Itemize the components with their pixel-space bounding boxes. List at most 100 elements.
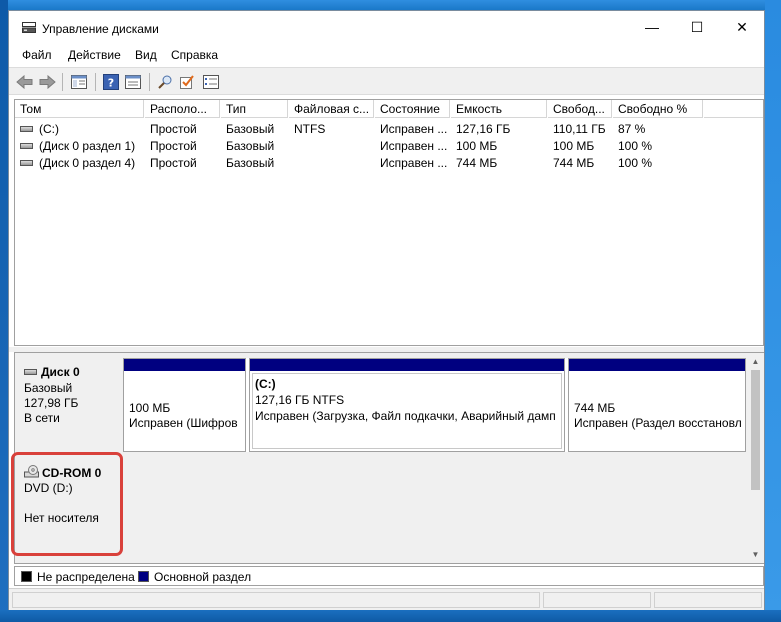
volume-name: (Диск 0 раздел 1)	[39, 139, 136, 153]
volume-row[interactable]: (Диск 0 раздел 1) Простой Базовый Исправ…	[15, 138, 763, 155]
menu-file[interactable]: Файл	[22, 48, 52, 62]
volume-name: (C:)	[39, 122, 59, 136]
column-header-capacity[interactable]: Емкость	[451, 100, 547, 118]
window-title: Управление дисками	[42, 22, 159, 36]
title-bar[interactable]: Управление дисками — ☐ ✕	[9, 11, 764, 43]
column-header-filler	[704, 100, 763, 118]
volume-row[interactable]: (C:) Простой Базовый NTFS Исправен ... 1…	[15, 121, 763, 138]
volume-layout: Простой	[150, 156, 197, 170]
toolbar-separator	[62, 73, 63, 91]
column-header-status[interactable]: Состояние	[375, 100, 450, 118]
partition-c[interactable]: (C:) 127,16 ГБ NTFS Исправен (Загрузка, …	[249, 358, 565, 452]
volume-filesystem: NTFS	[294, 122, 326, 136]
menu-bar: Файл Действие Вид Справка	[9, 44, 764, 64]
volume-free-space: 110,11 ГБ	[553, 122, 606, 136]
column-header-type[interactable]: Тип	[221, 100, 288, 118]
legend: Не распределена Основной раздел	[14, 566, 764, 586]
volume-type: Базовый	[226, 122, 275, 136]
status-segment	[543, 592, 651, 608]
partition-1[interactable]: 100 МБ Исправен (Шифров	[123, 358, 246, 452]
back-arrow-icon[interactable]	[15, 72, 35, 92]
desktop-background-left	[0, 0, 8, 622]
unallocated-legend-swatch	[21, 571, 32, 582]
scrollbar-thumb[interactable]	[751, 370, 760, 490]
volume-free-space: 744 МБ	[553, 156, 595, 170]
column-header-filesystem[interactable]: Файловая с...	[289, 100, 374, 118]
menu-action[interactable]: Действие	[68, 48, 121, 62]
volume-status: Исправен ...	[380, 122, 448, 136]
toolbar: ?	[9, 67, 764, 95]
volume-free-percent: 87 %	[618, 122, 646, 136]
disk-0-partition-area: 100 МБ Исправен (Шифров (C:) 127,16 ГБ N…	[123, 358, 746, 452]
partition-size: 127,16 ГБ NTFS	[255, 393, 345, 407]
volume-filesystem	[289, 138, 375, 155]
console-tree-icon[interactable]	[69, 72, 89, 92]
volume-free-percent: 100 %	[618, 156, 653, 170]
vertical-scrollbar[interactable]: ▲ ▼	[747, 353, 764, 563]
toolbar-separator	[95, 73, 96, 91]
list-view-icon[interactable]	[201, 72, 221, 92]
partition-status: Исправен (Раздел восстановл	[574, 416, 742, 430]
volume-status: Исправен ...	[380, 139, 448, 153]
volume-name: (Диск 0 раздел 4)	[39, 156, 136, 170]
scroll-down-arrow-icon[interactable]: ▼	[747, 546, 764, 563]
disk-0-name: Диск 0	[41, 365, 80, 379]
disk-0-size: 127,98 ГБ	[24, 396, 79, 410]
volume-free-percent: 100 %	[618, 139, 653, 153]
volume-icon	[20, 160, 33, 166]
scroll-up-arrow-icon[interactable]: ▲	[747, 353, 764, 370]
minimize-button[interactable]: —	[629, 11, 675, 43]
volume-capacity: 744 МБ	[456, 156, 498, 170]
disk-management-window: Управление дисками — ☐ ✕ Файл Действие В…	[8, 10, 765, 610]
hard-disk-icon	[24, 369, 37, 375]
partition-size: 744 МБ	[574, 401, 616, 415]
partition-status: Исправен (Загрузка, Файл подкачки, Авари…	[255, 409, 556, 423]
partition-4[interactable]: 744 МБ Исправен (Раздел восстановл	[568, 358, 746, 452]
volume-filesystem	[289, 155, 375, 172]
volume-list: Том Располо... Тип Файловая с... Состоян…	[14, 99, 764, 346]
column-header-volume[interactable]: Том	[15, 100, 144, 118]
disk-0-status: В сети	[24, 411, 60, 425]
toolbar-separator	[149, 73, 150, 91]
desktop-background-bottom	[0, 610, 781, 622]
volume-capacity: 127,16 ГБ	[456, 122, 511, 136]
disk-0-label[interactable]: Диск 0 Базовый 127,98 ГБ В сети	[15, 354, 122, 448]
primary-partition-bar	[569, 359, 745, 371]
forward-arrow-icon[interactable]	[37, 72, 57, 92]
volume-row[interactable]: (Диск 0 раздел 4) Простой Базовый Исправ…	[15, 155, 763, 172]
rescan-icon[interactable]	[155, 72, 175, 92]
maximize-button[interactable]: ☐	[674, 11, 720, 43]
primary-partition-legend-label: Основной раздел	[154, 570, 252, 584]
volume-free-space: 100 МБ	[553, 139, 595, 153]
volume-layout: Простой	[150, 139, 197, 153]
volume-icon	[20, 126, 33, 132]
partition-title: (C:)	[255, 377, 276, 391]
status-bar	[9, 588, 764, 610]
close-button[interactable]: ✕	[719, 11, 765, 43]
partition-size: 100 МБ	[129, 401, 171, 415]
status-segment	[12, 592, 540, 608]
volume-layout: Простой	[150, 122, 197, 136]
volume-status: Исправен ...	[380, 156, 448, 170]
volume-capacity: 100 МБ	[456, 139, 498, 153]
column-header-layout[interactable]: Располо...	[145, 100, 220, 118]
check-icon[interactable]	[177, 72, 197, 92]
help-icon[interactable]: ?	[101, 72, 121, 92]
disk-management-app-icon	[22, 22, 36, 33]
column-header-free-space[interactable]: Свобод...	[548, 100, 612, 118]
unallocated-legend-label: Не распределена	[37, 570, 135, 584]
desktop-background-right	[765, 0, 781, 622]
status-segment	[654, 592, 762, 608]
menu-help[interactable]: Справка	[171, 48, 218, 62]
disk-graphical-view: Диск 0 Базовый 127,98 ГБ В сети 100 МБ И…	[14, 352, 764, 564]
partition-status: Исправен (Шифров	[129, 416, 238, 430]
primary-partition-bar	[250, 359, 564, 371]
menu-view[interactable]: Вид	[135, 48, 157, 62]
disk-0-type: Базовый	[24, 381, 73, 395]
cdrom-highlight-annotation	[11, 452, 123, 556]
volume-icon	[20, 143, 33, 149]
column-header-free-percent[interactable]: Свободно %	[613, 100, 703, 118]
primary-partition-legend-swatch	[138, 571, 149, 582]
desktop-background-top	[0, 0, 781, 10]
properties-pane-icon[interactable]	[123, 72, 143, 92]
